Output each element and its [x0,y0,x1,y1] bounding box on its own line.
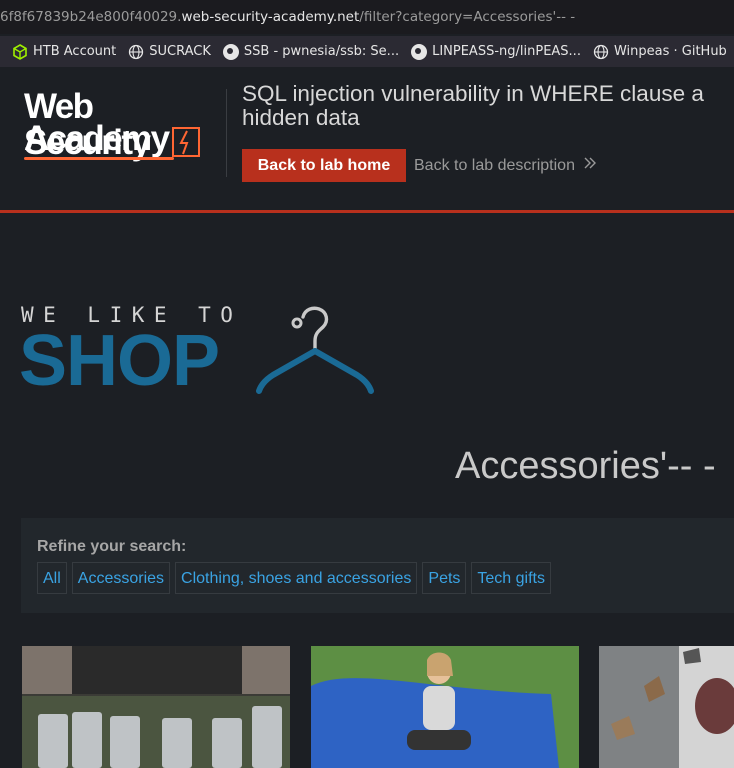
bookmark-winpeas[interactable]: Winpeas · GitHub [593,44,727,60]
url-prefix: 6f8f67839b24e800f40029. [0,9,182,25]
bookmark-label: LINPEASS-ng/linPEAS... [432,44,581,59]
address-bar[interactable]: 6f8f67839b24e800f40029.web-security-acad… [0,0,734,34]
globe-icon [129,44,144,59]
bookmarks-bar: HTB Account SUCRACK SSB - pwnesia/ssb: S… [0,36,734,67]
filter-accessories[interactable]: Accessories [71,562,171,594]
bookmark-label: SSB - pwnesia/ssb: Se... [243,44,400,59]
cube-icon [13,43,27,60]
product-photo [22,646,290,768]
url-host: web-security-academy.net [181,9,360,25]
product-photo [599,646,734,768]
filter-all[interactable]: All [37,562,67,594]
back-to-lab-description-label: Back to lab description [414,157,575,174]
product-image-can-belt[interactable] [22,646,290,768]
lab-title-line-2: hidden data [242,105,360,130]
filter-clothing[interactable]: Clothing, shoes and accessories [175,562,418,594]
header-accent-line [0,210,734,213]
shop-brand: SHOP [19,321,220,401]
double-chevron-right-icon [584,157,596,169]
back-to-lab-description-link[interactable]: Back to lab description [414,149,597,182]
github-icon [411,43,428,60]
lab-title-line-1: SQL injection vulnerability in WHERE cla… [242,81,704,106]
shop-logo[interactable]: WE LIKE TO SHOP [19,303,381,403]
bookmark-label: HTB Account [33,44,117,59]
category-title: Accessories'-- - [455,445,716,487]
bookmark-label: Winpeas · GitHub [613,44,727,59]
bookmark-htb-account[interactable]: HTB Account [12,43,117,60]
url-path: /filter?category=Accessories'-- - [359,9,576,25]
product-photo [311,646,579,768]
back-to-lab-home-button[interactable]: Back to lab home [242,149,406,182]
lab-header: Web Security Academy SQL injection vulne… [0,67,734,210]
product-image-bean-bag[interactable] [311,646,579,768]
web-security-academy-logo[interactable]: Web Security Academy [24,89,224,161]
product-image-books[interactable] [599,646,734,768]
logo-underline [24,157,174,160]
lab-title: SQL injection vulnerability in WHERE cla… [242,82,734,130]
filter-tech-gifts[interactable]: Tech gifts [471,562,551,594]
bookmark-linpeas[interactable]: LINPEASS-ng/linPEAS... [411,43,581,60]
bookmark-sucrack[interactable]: SUCRACK [128,44,211,60]
filter-pets[interactable]: Pets [422,562,467,594]
bookmark-label: SUCRACK [149,44,211,59]
bookmark-ssb[interactable]: SSB - pwnesia/ssb: Se... [222,43,400,60]
globe-icon [593,44,609,59]
refine-label: Refine your search: [37,538,187,555]
lightning-icon [172,127,200,157]
github-icon [222,43,239,60]
logo-line-2: Academy [24,119,170,158]
header-divider [226,89,227,177]
hanger-icon [256,306,374,394]
refine-search-panel: Refine your search: All Accessories Clot… [21,518,734,613]
category-filters: All Accessories Clothing, shoes and acce… [37,562,556,594]
